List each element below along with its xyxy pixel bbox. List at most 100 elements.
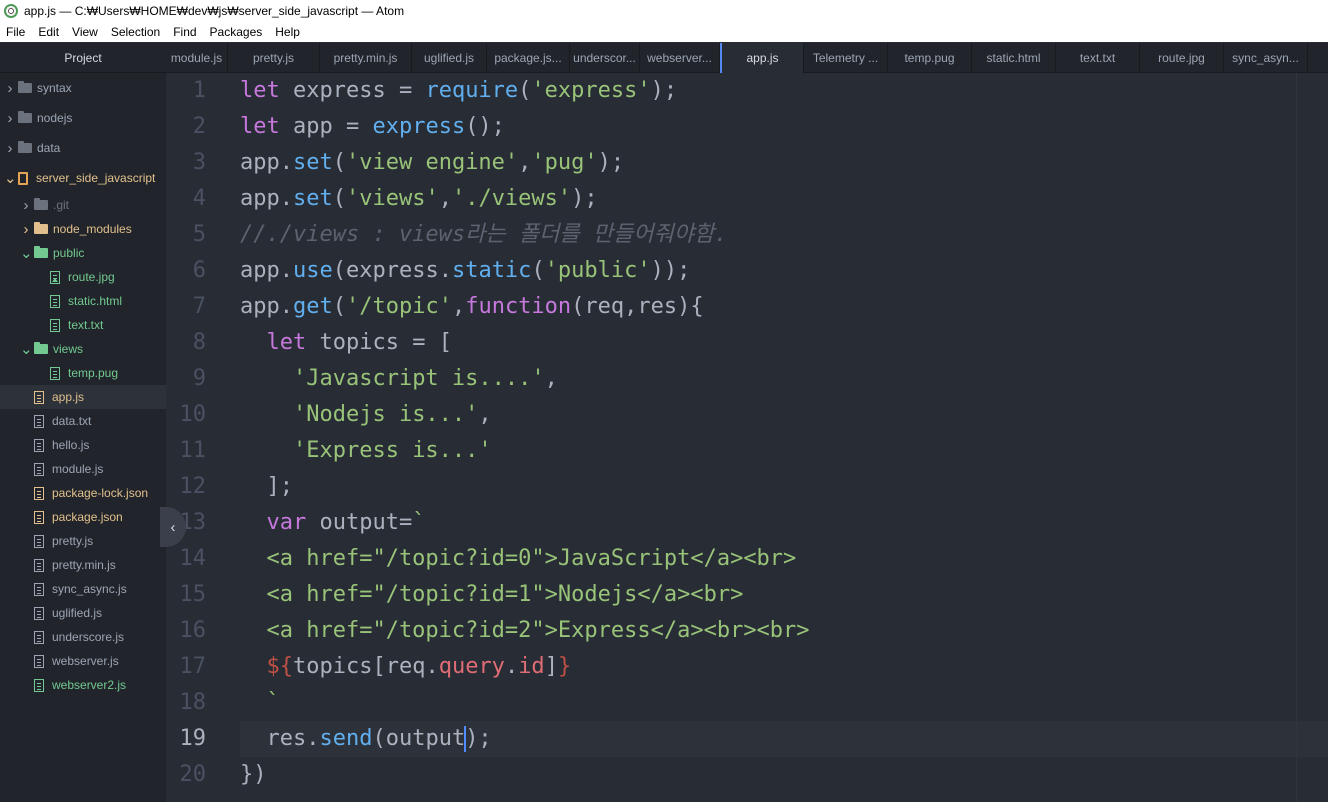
code-token: 'views' — [345, 186, 439, 211]
menu-selection[interactable]: Selection — [111, 25, 160, 39]
tree-item-label: static.html — [68, 294, 123, 308]
line-number: 8 — [192, 330, 206, 355]
code-line[interactable]: app.set('views','./views'); — [240, 181, 598, 217]
line-number: 5 — [192, 222, 206, 247]
chevron-right-icon: › — [23, 220, 29, 238]
menu-find[interactable]: Find — [173, 25, 196, 39]
tree-item-uglified-js[interactable]: uglified.js — [0, 601, 166, 625]
tree-item-label: uglified.js — [52, 606, 103, 620]
code-token: topics = [ — [306, 330, 452, 355]
line-number: 16 — [179, 618, 207, 643]
tab-webserver[interactable]: webserver... — [640, 43, 720, 73]
tab-temp-pug[interactable]: temp.pug — [888, 43, 972, 73]
tree-item-label: public — [53, 246, 85, 260]
tree-item-pretty-min-js[interactable]: pretty.min.js — [0, 553, 166, 577]
code-line[interactable]: res.send(output); — [240, 721, 492, 757]
code-line[interactable]: <a href="/topic?id=0">JavaScript</a><br> — [240, 541, 796, 577]
menu-edit[interactable]: Edit — [38, 25, 59, 39]
file-icon — [34, 654, 44, 668]
code-line[interactable]: <a href="/topic?id=2">Express</a><br><br… — [240, 613, 809, 649]
tree-item-server-side-javascript[interactable]: ⌄ server_side_javascript — [0, 166, 166, 190]
tab-text-txt[interactable]: text.txt — [1056, 43, 1140, 73]
tree-item-static-html[interactable]: static.html — [0, 289, 166, 313]
code-line[interactable]: ` — [240, 685, 279, 721]
tree-item-data-txt[interactable]: data.txt — [0, 409, 166, 433]
tree-item-public[interactable]: ⌄ public — [0, 241, 166, 265]
tab-route-jpg[interactable]: route.jpg — [1140, 43, 1224, 73]
tab-module-js[interactable]: module.js — [166, 43, 228, 73]
menu-packages[interactable]: Packages — [210, 25, 263, 39]
code-token: let — [240, 78, 280, 103]
tree-item-module-js[interactable]: module.js — [0, 457, 166, 481]
code-line[interactable]: ]; — [240, 469, 293, 505]
menu-file[interactable]: File — [6, 25, 25, 39]
repository-icon — [18, 171, 28, 185]
folder-icon — [18, 111, 32, 123]
tree-item-package-json[interactable]: package.json — [0, 505, 166, 529]
tree-item-text-txt[interactable]: text.txt — [0, 313, 166, 337]
line-number: 14 — [179, 546, 207, 571]
code-line[interactable]: app.set('view engine','pug'); — [240, 145, 624, 181]
code-editor[interactable]: 1 2 3 4 5 6 7 8 9 10 11 12 13 14 15 16 17 18 19 20 let expr… — [166, 73, 1328, 802]
project-header[interactable]: Project — [0, 43, 166, 73]
tree-item-label: underscore.js — [52, 630, 125, 644]
code-line[interactable]: let express = require('express'); — [240, 73, 677, 109]
tab-pretty-js[interactable]: pretty.js — [228, 43, 320, 73]
wrap-guide — [1296, 73, 1297, 802]
code-token: set — [292, 186, 333, 211]
tree-item-label: nodejs — [37, 111, 73, 125]
code-line[interactable]: let app = express(); — [240, 109, 505, 145]
tab-package-js[interactable]: package.js... — [487, 43, 570, 73]
code-line[interactable]: 'Express is...' — [240, 433, 492, 469]
menu-view[interactable]: View — [72, 25, 98, 39]
code-line[interactable]: app.get('/topic',function(req,res){ — [240, 289, 704, 325]
tree-item-webserver2-js[interactable]: webserver2.js — [0, 673, 166, 697]
code-line[interactable]: 'Nodejs is...', — [240, 397, 492, 433]
tab-underscor[interactable]: underscor... — [570, 43, 640, 73]
tab-sync-asyn[interactable]: sync_asyn... — [1224, 43, 1308, 73]
tree-item-pretty-js[interactable]: pretty.js — [0, 529, 166, 553]
file-icon — [50, 294, 60, 308]
code-line[interactable]: }) — [240, 757, 267, 793]
chevron-down-icon: ⌄ — [20, 341, 33, 358]
tree-item-label: views — [53, 342, 84, 356]
code-token: var — [266, 510, 307, 535]
tree-item-app-js[interactable]: app.js — [0, 385, 166, 409]
line-number: 9 — [192, 366, 206, 391]
tab-pretty-min-js[interactable]: pretty.min.js — [320, 43, 412, 73]
menu-help[interactable]: Help — [275, 25, 300, 39]
code-token: 'pug' — [531, 150, 598, 175]
tree-item-sync-async-js[interactable]: sync_async.js — [0, 577, 166, 601]
tree-item-nodejs[interactable]: › nodejs — [0, 106, 166, 130]
code-token: output= — [306, 510, 413, 535]
code-line[interactable]: let topics = [ — [240, 325, 452, 361]
tab-app-js[interactable]: app.js — [720, 43, 804, 73]
tree-item-syntax[interactable]: › syntax — [0, 76, 166, 100]
code-line[interactable]: app.use(express.static('public')); — [240, 253, 690, 289]
project-sidebar: Project › syntax › nodejs › data ⌄ server_side_… — [0, 43, 166, 802]
tab-static-html[interactable]: static.html — [972, 43, 1056, 73]
code-line[interactable]: ${topics[req.query.id]} — [240, 649, 572, 685]
tree-item-route-jpg[interactable]: route.jpg — [0, 265, 166, 289]
tree-item-temp-pug[interactable]: temp.pug — [0, 361, 166, 385]
tree-item-views[interactable]: ⌄ views — [0, 337, 166, 361]
tab-telemetry[interactable]: Telemetry ... — [804, 43, 888, 73]
tree-item-data[interactable]: › data — [0, 136, 166, 160]
code-line[interactable]: var output=` — [240, 505, 426, 541]
tab-uglified-js[interactable]: uglified.js — [412, 43, 487, 73]
tree-item-package-lock-json[interactable]: package-lock.json — [0, 481, 166, 505]
code-line[interactable]: 'Javascript is....', — [240, 361, 558, 397]
code-token: res. — [240, 726, 320, 751]
code-line[interactable]: //./views : views라는 폴더를 만들어줘야함. — [240, 217, 728, 253]
tree-item-label: sync_async.js — [52, 582, 127, 596]
line-number: 10 — [179, 402, 207, 427]
tree-item-webserver-js[interactable]: webserver.js — [0, 649, 166, 673]
tree-item-node-modules[interactable]: › node_modules — [0, 217, 166, 241]
tree-item-hello-js[interactable]: hello.js — [0, 433, 166, 457]
folder-icon — [34, 198, 48, 210]
code-token: './views' — [451, 186, 572, 211]
code-line[interactable]: <a href="/topic?id=1">Nodejs</a><br> — [240, 577, 743, 613]
tree-item-underscore-js[interactable]: underscore.js — [0, 625, 166, 649]
tree-item-git[interactable]: › .git — [0, 193, 166, 217]
